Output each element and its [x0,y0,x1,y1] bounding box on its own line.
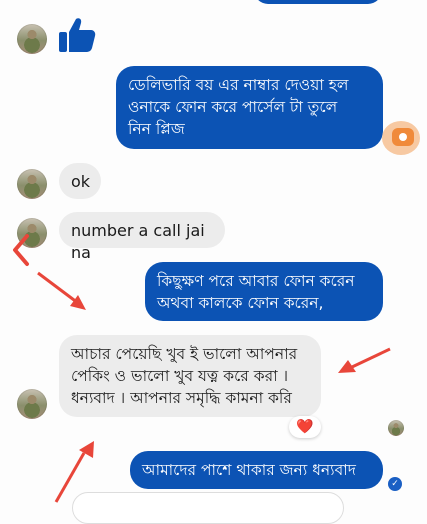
incoming-message-ok[interactable]: ok [59,163,101,199]
incoming-message-review[interactable]: আচার পেয়েছি খুব ই ভালো আপনার পেকিং ও ভা… [59,335,321,417]
heart-reaction[interactable]: ❤️ [289,416,321,438]
annotation-arrow [338,347,391,373]
camera-icon [392,128,414,146]
seen-check-icon: ✓ [388,477,402,491]
annotation-arrow [37,271,86,310]
heart-icon: ❤️ [296,419,314,435]
outgoing-message-call-later[interactable]: কিছুক্ষণ পরে আবার ফোন করেন অথবা কালকে ফো… [145,262,383,321]
contact-avatar[interactable] [17,169,47,199]
previous-outgoing-bubble [254,0,382,4]
contact-avatar[interactable] [17,389,47,419]
contact-avatar[interactable] [17,24,47,54]
outgoing-message-thanks[interactable]: আমাদের পাশে থাকার জন্য ধন্যবাদ [130,451,383,489]
message-input[interactable] [72,492,344,524]
contact-avatar[interactable] [17,218,47,248]
thumbs-up-icon [57,15,97,59]
seen-avatar [388,420,404,436]
outgoing-message-delivery-number[interactable]: ডেলিভারি বয় এর নাম্বার দেওয়া হল ওনাকে … [116,66,383,149]
incoming-message-number[interactable]: number a call jai na [59,212,225,262]
